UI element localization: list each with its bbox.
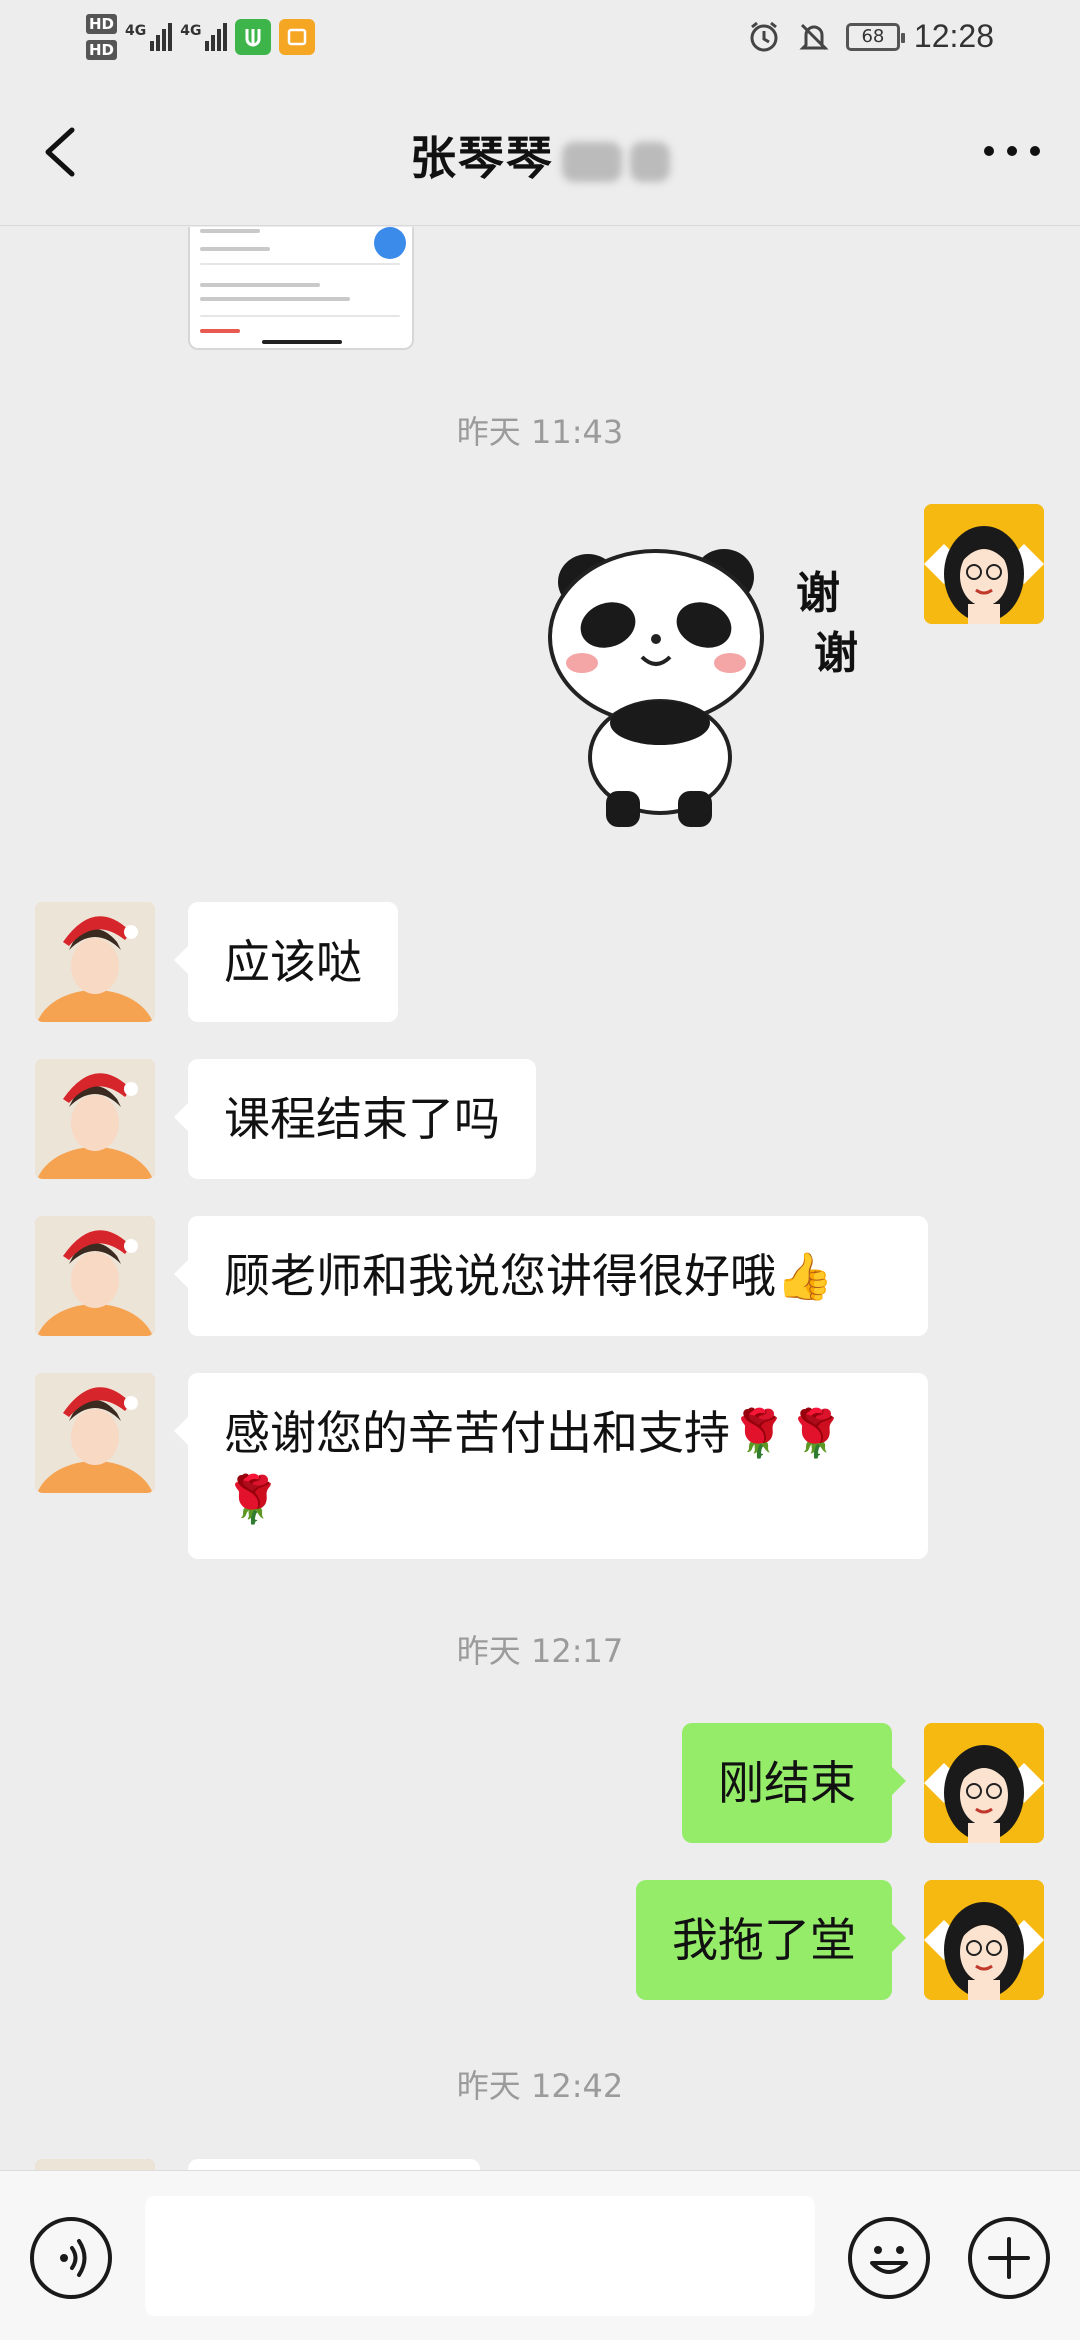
redacted-name-part (562, 141, 622, 182)
app-notification-icon-2 (279, 19, 316, 55)
contact-avatar[interactable] (35, 2159, 155, 2170)
contact-avatar[interactable] (35, 1059, 155, 1179)
chat-header: 张琴琴 (0, 80, 1080, 226)
chat-title-text: 张琴琴 (410, 131, 554, 185)
emoji-icon[interactable] (848, 2217, 930, 2299)
status-bar: HD HD 4G 4G 68 12:28 (0, 0, 1080, 80)
message-timestamp: 昨天 12:42 (456, 2067, 624, 2105)
hd-badge-1: HD (86, 14, 118, 34)
app-notification-icon (235, 19, 272, 55)
battery-indicator: 68 (845, 22, 905, 51)
my-avatar[interactable] (924, 1880, 1044, 2000)
incoming-message[interactable]: 顾老师和我说您讲得很好哦👍 (174, 1216, 928, 1336)
more-dots-icon[interactable] (984, 146, 1040, 160)
sticker-caption-1: 谢 (796, 568, 840, 619)
hd-indicators: HD HD (86, 14, 118, 60)
contact-avatar[interactable] (35, 902, 155, 1022)
sticker-caption-2: 谢 (814, 628, 858, 679)
hd-badge-2: HD (86, 40, 118, 60)
status-time: 12:28 (913, 18, 994, 54)
message-input[interactable] (145, 2196, 815, 2316)
contact-avatar[interactable] (35, 1373, 155, 1493)
network-type-2: 4G (180, 23, 202, 39)
mute-bell-icon (799, 23, 829, 50)
incoming-message[interactable]: 感谢您的辛苦付出和支持🌹🌹🌹 (174, 1373, 928, 1559)
outgoing-message[interactable]: 刚结束 (682, 1723, 906, 1843)
chat-message-list[interactable]: 昨天 11:43 谢 谢 应该哒 课程结束了吗 顾老师和我说您讲得很好哦👍 感谢… (0, 227, 1080, 2170)
message-timestamp: 昨天 11:43 (456, 413, 624, 451)
redacted-name-part-2 (630, 141, 670, 182)
outgoing-message[interactable]: 我拖了堂 (636, 1880, 906, 2000)
shared-image-message[interactable] (188, 227, 414, 350)
my-avatar[interactable] (924, 504, 1044, 624)
panda-sticker-message[interactable]: 谢 谢 (548, 527, 884, 837)
battery-level: 68 (861, 26, 885, 47)
chat-title: 张琴琴 (0, 122, 1080, 188)
signal-1-icon: 4G (125, 23, 173, 51)
status-bar-right: 68 12:28 (746, 18, 994, 55)
plus-icon[interactable] (968, 2217, 1050, 2299)
status-bar-left: HD HD 4G 4G (86, 14, 316, 60)
incoming-message[interactable]: 课程结束了吗 (174, 1059, 536, 1179)
incoming-message-partial[interactable] (188, 2159, 480, 2170)
chat-input-bar (0, 2170, 1080, 2340)
contact-avatar[interactable] (35, 1216, 155, 1336)
incoming-message[interactable]: 应该哒 (174, 902, 398, 1022)
signal-2-icon: 4G (180, 23, 228, 51)
network-type-1: 4G (125, 23, 147, 39)
message-timestamp: 昨天 12:17 (456, 1632, 624, 1670)
my-avatar[interactable] (924, 1723, 1044, 1843)
alarm-icon (750, 21, 778, 51)
voice-icon[interactable] (30, 2217, 112, 2299)
